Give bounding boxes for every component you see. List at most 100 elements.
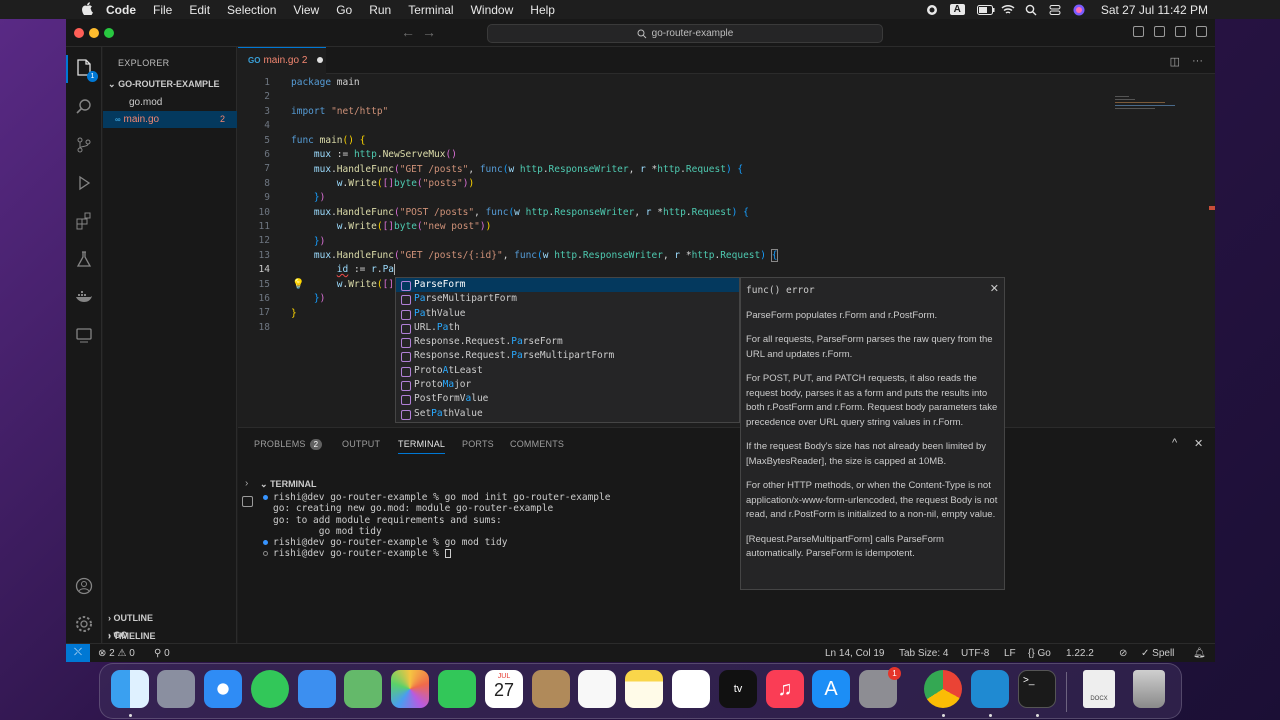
minimize-window-button[interactable] xyxy=(89,28,99,38)
manage-gear-icon[interactable] xyxy=(74,614,94,634)
run-debug-icon[interactable] xyxy=(74,173,94,193)
forward-arrow-icon[interactable]: → xyxy=(422,24,436,40)
suggestion-item[interactable]: SetPathValue xyxy=(396,407,739,421)
maximize-panel-icon[interactable]: ^ xyxy=(1172,437,1177,449)
language-mode[interactable]: {} Go xyxy=(1028,648,1051,659)
music-icon[interactable]: ♫ xyxy=(766,670,804,708)
back-arrow-icon[interactable]: ← xyxy=(401,24,415,40)
input-source-icon[interactable]: A xyxy=(949,4,965,15)
explorer-icon[interactable]: 1 xyxy=(66,55,98,83)
wifi-icon[interactable] xyxy=(1001,4,1015,16)
menu-edit[interactable]: Edit xyxy=(189,3,210,17)
suggestion-item[interactable]: Response.Request.ParseMultipartForm xyxy=(396,349,739,363)
close-window-button[interactable] xyxy=(74,28,84,38)
vscode-icon[interactable] xyxy=(971,670,1009,708)
apple-tv-icon[interactable]: tv xyxy=(719,670,757,708)
tab-main-go[interactable]: GO main.go 2 xyxy=(238,47,326,74)
toggle-sidebar-icon[interactable] xyxy=(1133,26,1144,37)
unsaved-dot-icon[interactable] xyxy=(317,57,324,64)
close-panel-icon[interactable]: ✕ xyxy=(1194,437,1203,450)
calendar-icon[interactable]: JUL 27 xyxy=(485,670,523,708)
customize-layout-icon[interactable] xyxy=(1196,26,1207,37)
terminal-header[interactable]: ⌄ TERMINAL xyxy=(260,479,317,490)
accounts-icon[interactable] xyxy=(74,576,94,596)
source-control-icon[interactable] xyxy=(74,135,94,155)
docx-file-icon[interactable]: DOCX xyxy=(1083,670,1115,708)
suggestion-item[interactable]: PathValue xyxy=(396,307,739,321)
go-version-status[interactable]: 1.22.2 xyxy=(1066,648,1094,659)
toggle-secondary-sidebar-icon[interactable] xyxy=(1175,26,1186,37)
reminders-icon[interactable] xyxy=(578,670,616,708)
menu-window[interactable]: Window xyxy=(471,3,514,17)
spotlight-search-icon[interactable] xyxy=(1025,4,1037,16)
tab-comments[interactable]: COMMENTS xyxy=(510,439,564,449)
facetime-icon[interactable] xyxy=(438,670,476,708)
remote-explorer-icon[interactable] xyxy=(74,325,94,345)
go-section[interactable]: › GO xyxy=(108,630,128,640)
outline-section[interactable]: › OUTLINE xyxy=(108,613,153,623)
spell-check-status[interactable]: ✓ Spell xyxy=(1141,648,1174,659)
terminal-output[interactable]: rishi@dev go-router-example % go mod ini… xyxy=(260,492,1210,560)
remote-indicator-icon[interactable]: ⤬ xyxy=(66,644,90,662)
menu-selection[interactable]: Selection xyxy=(227,3,276,17)
battery-icon[interactable] xyxy=(976,4,995,16)
record-icon[interactable] xyxy=(926,4,938,16)
command-success-icon[interactable] xyxy=(263,495,268,500)
notes-icon[interactable] xyxy=(625,670,663,708)
launchpad-icon[interactable] xyxy=(157,670,195,708)
menu-go[interactable]: Go xyxy=(336,3,352,17)
tab-terminal[interactable]: TERMINAL xyxy=(398,439,446,454)
more-actions-icon[interactable]: ··· xyxy=(1192,55,1203,68)
apple-icon[interactable] xyxy=(80,1,94,18)
workspace-folder[interactable]: ⌄ GO-ROUTER-EXAMPLE xyxy=(108,79,220,90)
zoom-window-button[interactable] xyxy=(104,28,114,38)
tab-problems[interactable]: PROBLEMS 2 xyxy=(254,439,323,450)
file-go-mod[interactable]: go.mod xyxy=(103,94,237,111)
safari-icon[interactable] xyxy=(204,670,242,708)
menu-run[interactable]: Run xyxy=(369,3,391,17)
trash-icon[interactable] xyxy=(1133,670,1165,708)
mail-icon[interactable] xyxy=(298,670,336,708)
extensions-icon[interactable] xyxy=(74,211,94,231)
chrome-icon[interactable] xyxy=(924,670,962,708)
suggestion-item[interactable]: ParseMultipartForm xyxy=(396,292,739,306)
suggestion-item[interactable]: ProtoMajor xyxy=(396,378,739,392)
menu-terminal[interactable]: Terminal xyxy=(408,3,453,17)
messages-icon[interactable] xyxy=(251,670,289,708)
system-settings-icon[interactable]: 1 xyxy=(859,667,901,708)
suggestion-item[interactable]: ProtoAtLeast xyxy=(396,364,739,378)
split-editor-icon[interactable]: ◫ xyxy=(1170,55,1180,68)
terminal-app-icon[interactable]: >_ xyxy=(1018,670,1056,708)
cursor-position[interactable]: Ln 14, Col 19 xyxy=(825,648,885,659)
menu-app-name[interactable]: Code xyxy=(106,3,136,17)
close-details-icon[interactable]: ✕ xyxy=(990,282,999,297)
command-center-search[interactable]: go-router-example xyxy=(487,24,883,43)
problems-status[interactable]: ⊗ 2 ⚠ 0 xyxy=(98,648,135,659)
contacts-icon[interactable] xyxy=(532,670,570,708)
menu-file[interactable]: File xyxy=(153,3,172,17)
minimap[interactable] xyxy=(1115,94,1185,124)
file-main-go[interactable]: ∞ main.go 2 xyxy=(103,111,237,128)
search-view-icon[interactable] xyxy=(74,97,94,117)
chevron-right-icon[interactable]: › xyxy=(245,478,248,489)
finder-icon[interactable] xyxy=(111,670,149,708)
ports-status[interactable]: ⚲ 0 xyxy=(154,648,170,659)
terminal-tab-icon[interactable] xyxy=(242,496,253,507)
app-store-icon[interactable]: A xyxy=(812,670,850,708)
suggestion-item[interactable]: ParseForm xyxy=(396,278,739,293)
freeform-icon[interactable] xyxy=(672,670,710,708)
command-success-icon[interactable] xyxy=(263,540,268,546)
eol-status[interactable]: LF xyxy=(1004,648,1016,659)
photos-icon[interactable] xyxy=(391,670,429,708)
notifications-bell-icon[interactable]: 🔔︎ xyxy=(1193,648,1206,659)
control-center-icon[interactable] xyxy=(1049,4,1061,16)
encoding-status[interactable]: UTF-8 xyxy=(961,648,989,659)
tab-output[interactable]: OUTPUT xyxy=(342,439,380,449)
toggle-panel-icon[interactable] xyxy=(1154,26,1165,37)
indentation-status[interactable]: Tab Size: 4 xyxy=(899,648,948,659)
docker-icon[interactable] xyxy=(74,287,94,307)
testing-icon[interactable] xyxy=(74,249,94,269)
tab-ports[interactable]: PORTS xyxy=(462,439,494,449)
suggestion-item[interactable]: PostFormValue xyxy=(396,392,739,406)
maps-icon[interactable] xyxy=(344,670,382,708)
